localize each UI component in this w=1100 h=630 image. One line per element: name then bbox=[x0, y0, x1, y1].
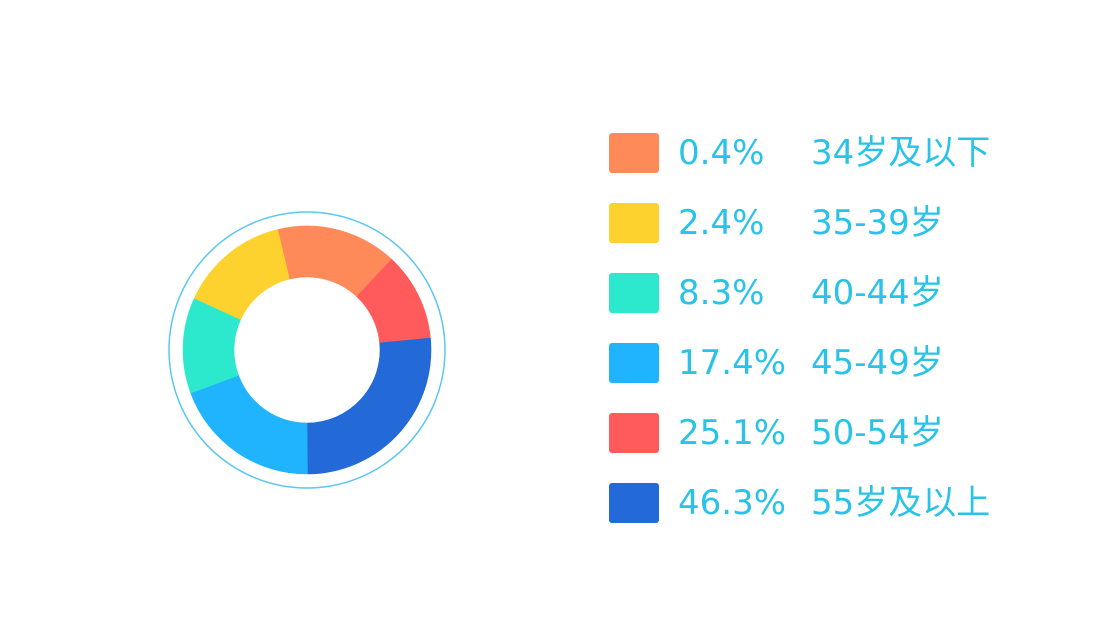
age-distribution-chart: 0.4% 34岁及以下 2.4% 35-39岁 8.3% 40-44岁 17.4… bbox=[0, 0, 1100, 630]
donut-slice-3 bbox=[190, 374, 309, 475]
legend-label: 55岁及以上 bbox=[811, 483, 991, 523]
legend-swatch bbox=[609, 343, 659, 383]
legend-label: 34岁及以下 bbox=[811, 133, 991, 173]
legend-swatch bbox=[609, 133, 659, 173]
legend-swatch bbox=[609, 203, 659, 243]
legend-label: 35-39岁 bbox=[811, 203, 944, 243]
legend-swatch bbox=[609, 413, 659, 453]
legend-label: 45-49岁 bbox=[811, 343, 944, 383]
legend-value: 2.4% bbox=[678, 203, 765, 243]
legend-label: 40-44岁 bbox=[811, 273, 944, 313]
legend-value: 17.4% bbox=[678, 343, 787, 383]
legend-value: 46.3% bbox=[678, 483, 787, 523]
legend-swatch bbox=[609, 273, 659, 313]
legend-value: 25.1% bbox=[678, 413, 787, 453]
legend-value: 0.4% bbox=[678, 133, 765, 173]
legend-label: 50-54岁 bbox=[811, 413, 944, 453]
legend-swatch bbox=[609, 483, 659, 523]
donut-chart bbox=[168, 211, 446, 489]
legend-value: 8.3% bbox=[678, 273, 765, 313]
donut-slice-5 bbox=[307, 337, 432, 475]
